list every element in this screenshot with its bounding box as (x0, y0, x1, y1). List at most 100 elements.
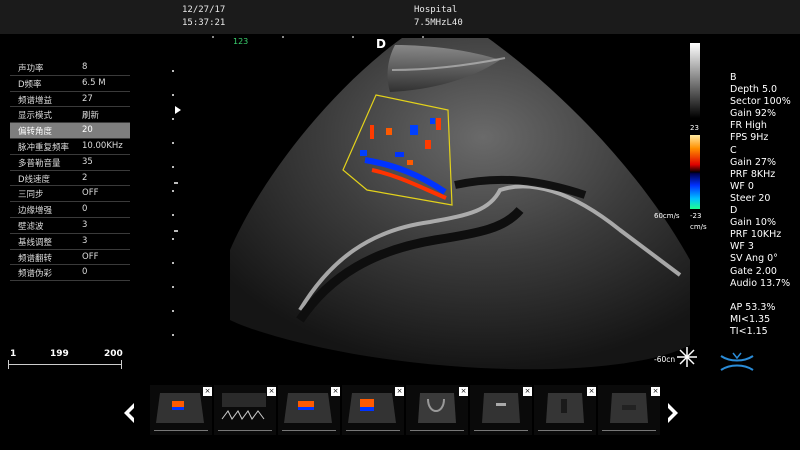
param-row-display-mode[interactable]: 显示模式 刷新 (10, 107, 130, 124)
cine-start-tick (8, 360, 9, 369)
color-velocity-bar (690, 135, 700, 209)
param-row-triplex[interactable]: 三同步 OFF (10, 186, 130, 203)
cine-current: 199 (50, 349, 69, 359)
cine-track[interactable] (8, 364, 122, 365)
close-icon[interactable]: × (651, 387, 660, 396)
rp-steer: Steer 20 (730, 192, 771, 204)
param-value: 10.00KHz (82, 140, 123, 151)
cine-end: 200 (104, 349, 123, 359)
frame-counter: 123 (233, 37, 249, 46)
param-label: 显示模式 (18, 111, 53, 122)
thumbnail[interactable]: × (406, 385, 468, 435)
focus-marker-icon (175, 106, 181, 114)
param-value: 0 (82, 267, 88, 278)
right-param-list: B Depth 5.0 Sector 100% Gain 92% FR High… (730, 72, 791, 338)
cine-range-slider[interactable]: 1 199 200 (4, 346, 126, 372)
param-value: 0 (82, 204, 88, 215)
param-label: 频谱伪彩 (18, 269, 53, 280)
close-icon[interactable]: × (395, 387, 404, 396)
param-label: 偏转角度 (18, 127, 53, 138)
rp-sector: Sector 100% (730, 96, 791, 108)
thumbnail[interactable]: × (342, 385, 404, 435)
rp-c-gain: Gain 27% (730, 156, 776, 168)
rp-audio: Audio 13.7% (730, 277, 791, 289)
param-row-d-line-speed[interactable]: D线速度 2 (10, 171, 130, 187)
rp-d-gain: Gain 10% (730, 217, 776, 229)
param-row-steer-angle[interactable]: 偏转角度 20 (10, 123, 130, 139)
param-label: 频谱增益 (18, 95, 53, 106)
cine-end-tick (121, 360, 122, 369)
param-row-spectrum-invert[interactable]: 频谱翻转 OFF (10, 250, 130, 266)
thumbnail-scale (538, 430, 592, 431)
param-value: 20 (82, 125, 93, 136)
param-value: OFF (82, 188, 99, 199)
rp-sv-angle: SV Ang 0° (730, 253, 778, 265)
probe-orientation-icon (720, 352, 754, 371)
thumbnail[interactable]: × (534, 385, 596, 435)
param-row-acoustic-power[interactable]: 声功率 8 (10, 60, 130, 76)
rp-d-prf: PRF 10KHz (730, 229, 782, 241)
rp-ap: AP 53.3% (730, 301, 776, 313)
close-icon[interactable]: × (459, 387, 468, 396)
param-label: 边缘增强 (18, 206, 53, 217)
rp-c-wf: WF 0 (730, 180, 754, 192)
param-row-d-frequency[interactable]: D频率 6.5 M (10, 76, 130, 92)
thumbnail-scale (154, 430, 208, 431)
thumbnail[interactable]: × (598, 385, 660, 435)
param-row-prf[interactable]: 脉冲重复频率 10.00KHz (10, 139, 130, 155)
rp-mi: MI<1.35 (730, 313, 771, 325)
freeze-depth-label: -60cn (654, 355, 676, 364)
thumbnail[interactable]: × (470, 385, 532, 435)
param-row-spectrum-colorize[interactable]: 频谱伪彩 0 (10, 265, 130, 282)
param-label: 三同步 (18, 190, 44, 201)
thumbnail[interactable]: × (278, 385, 340, 435)
thumbnail[interactable]: × (150, 385, 212, 435)
param-label: 频谱翻转 (18, 253, 53, 264)
param-value: 3 (82, 219, 88, 230)
colorbar-top-value: 23 (690, 124, 699, 132)
param-value: 刷新 (82, 111, 100, 122)
param-row-baseline[interactable]: 基线调整 3 (10, 234, 130, 250)
parameter-table: 声功率 8 D频率 6.5 M 频谱增益 27 显示模式 刷新 偏转角度 20 脉冲重复频… (10, 60, 130, 282)
rp-depth: Depth 5.0 (730, 84, 778, 96)
colorbar-scale: 60cm/s (654, 212, 680, 220)
snowflake-icon[interactable] (676, 346, 698, 368)
close-icon[interactable]: × (267, 387, 276, 396)
next-thumbnails-button[interactable] (666, 402, 680, 424)
rp-b-gain: Gain 92% (730, 108, 776, 120)
close-icon[interactable]: × (203, 387, 212, 396)
rp-mode-b: B (730, 72, 737, 83)
close-icon[interactable]: × (523, 387, 532, 396)
rp-fr: FR High (730, 120, 767, 132)
thumbnail-scale (410, 430, 464, 431)
thumbnail-scale (346, 430, 400, 431)
cine-start: 1 (10, 349, 17, 359)
rp-c-prf: PRF 8KHz (730, 168, 776, 180)
thumbnail-strip: × × × × × × × × (150, 385, 660, 440)
param-row-wall-filter[interactable]: 壁滤波 3 (10, 218, 130, 234)
close-icon[interactable]: × (587, 387, 596, 396)
thumbnail-scale (282, 430, 336, 431)
param-value: 27 (82, 93, 93, 104)
param-row-edge-enhance[interactable]: 边缘增强 0 (10, 202, 130, 218)
prev-thumbnails-button[interactable] (122, 402, 136, 424)
param-value: 8 (82, 62, 88, 72)
param-label: 壁滤波 (18, 221, 44, 232)
param-label: 多普勒音量 (18, 158, 61, 169)
thumbnail[interactable]: × (214, 385, 276, 435)
rp-mode-d: D (730, 205, 738, 217)
param-row-doppler-volume[interactable]: 多普勒音量 35 (10, 155, 130, 171)
param-label: D频率 (18, 79, 42, 90)
param-value: 6.5 M (82, 77, 106, 88)
param-label: 脉冲重复频率 (18, 142, 70, 153)
param-value: OFF (82, 251, 99, 262)
param-row-spectrum-gain[interactable]: 频谱增益 27 (10, 92, 130, 108)
thumbnail-scale (474, 430, 528, 431)
rp-fps: FPS 9Hz (730, 132, 769, 144)
colorbar-unit: cm/s (690, 223, 707, 231)
close-icon[interactable]: × (331, 387, 340, 396)
thumbnail-scale (218, 430, 272, 431)
param-label: 基线调整 (18, 237, 53, 248)
rp-mode-c: C (730, 144, 737, 156)
rp-ti: TI<1.15 (730, 325, 768, 337)
